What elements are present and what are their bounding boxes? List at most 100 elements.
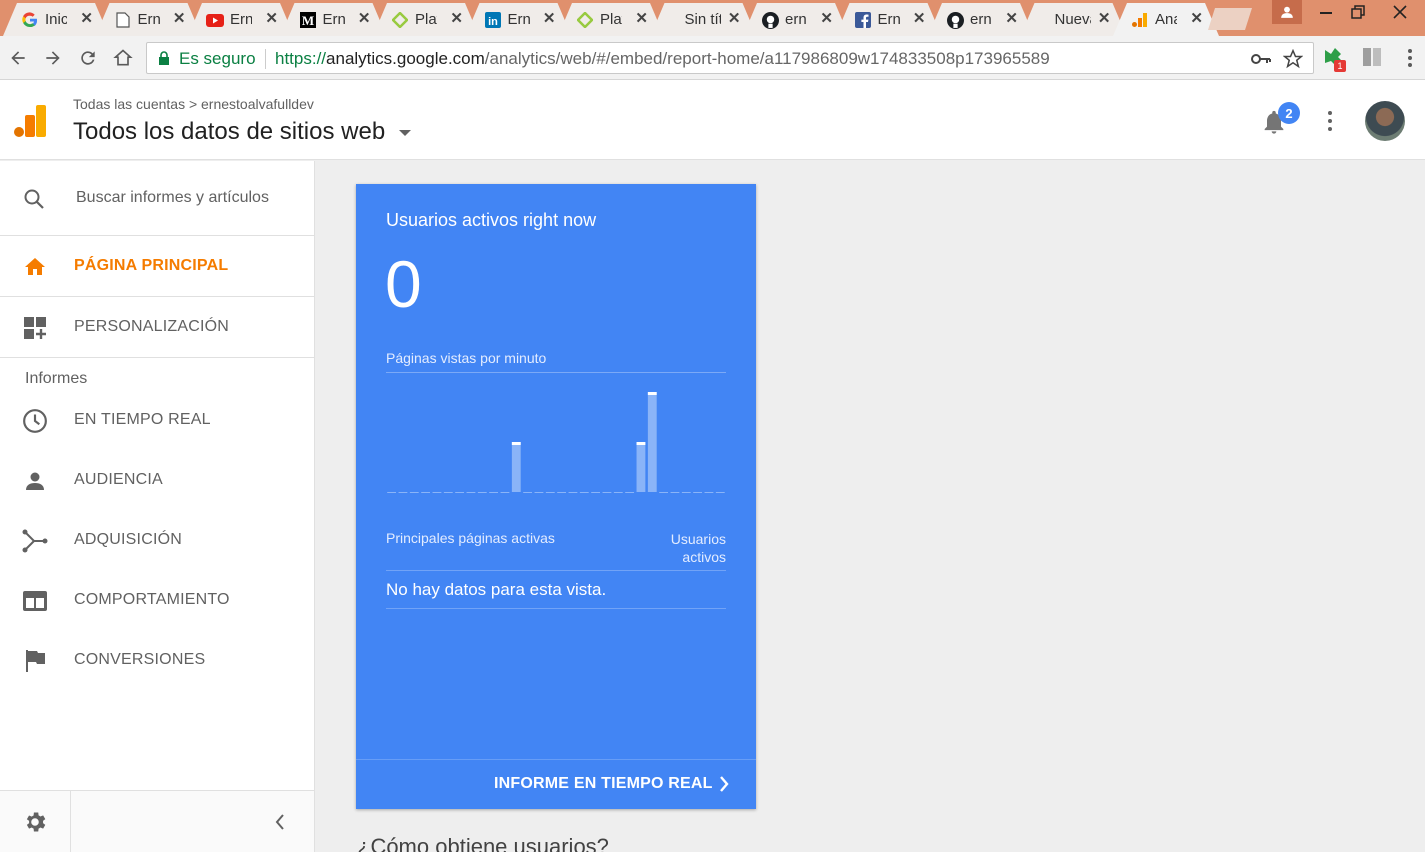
browser-toolbar: Es seguro https://analytics.google.com/a… xyxy=(0,36,1425,80)
tab-title: Platzi xyxy=(600,11,622,28)
sidebar-footer xyxy=(0,790,314,852)
close-tab-icon[interactable]: ✕ xyxy=(728,9,741,27)
tab-title: ernesto xyxy=(785,11,807,28)
back-button[interactable] xyxy=(6,46,30,70)
close-tab-icon[interactable]: ✕ xyxy=(1190,9,1203,27)
chart-bar-zero xyxy=(398,492,408,493)
extension-button[interactable]: 1 xyxy=(1322,46,1348,72)
url-text[interactable]: https://analytics.google.com/analytics/w… xyxy=(275,49,1050,69)
caret-down-icon xyxy=(398,129,411,136)
close-tab-icon[interactable]: ✕ xyxy=(820,9,833,27)
tab-title: Inicio xyxy=(45,11,67,28)
nav-audience-label: AUDIENCIA xyxy=(74,471,163,488)
tab-title: Ernesto xyxy=(322,11,345,28)
chart-bar-zero xyxy=(534,492,544,493)
forward-button[interactable] xyxy=(41,46,65,70)
browser-tab[interactable]: Nueva pestaña ✕ xyxy=(1021,3,1127,36)
key-icon[interactable] xyxy=(1251,52,1271,66)
nav-home-label: PÁGINA PRINCIPAL xyxy=(74,257,229,274)
close-tab-icon[interactable]: ✕ xyxy=(80,9,93,27)
analytics-icon xyxy=(1131,11,1149,29)
analytics-logo-icon[interactable] xyxy=(14,104,46,138)
person-icon xyxy=(22,468,48,494)
browser-tab[interactable]: Ernesto ✕ xyxy=(188,3,294,36)
platzi-icon xyxy=(576,11,594,29)
close-tab-icon[interactable]: ✕ xyxy=(265,9,278,27)
search-reports[interactable]: Buscar informes y artículos xyxy=(0,161,314,236)
address-bar[interactable]: Es seguro https://analytics.google.com/a… xyxy=(146,42,1314,74)
medium-icon: M xyxy=(299,11,317,29)
close-tab-icon[interactable]: ✕ xyxy=(1098,9,1111,27)
tab-title: Analytics xyxy=(1155,11,1177,28)
chart-bar xyxy=(636,442,646,492)
close-window-button[interactable] xyxy=(1380,0,1420,24)
chart-bar-zero xyxy=(500,492,510,493)
browser-tab[interactable]: Platzi ✕ xyxy=(558,3,664,36)
browser-tab[interactable]: ernesto ✕ xyxy=(928,3,1034,36)
close-tab-icon[interactable]: ✕ xyxy=(913,9,926,27)
close-tab-icon[interactable]: ✕ xyxy=(450,9,463,27)
tab-title: Platzi xyxy=(415,11,437,28)
chart-bar-zero xyxy=(387,492,397,493)
url-scheme: https:// xyxy=(275,49,327,68)
search-input[interactable]: Buscar informes y artículos xyxy=(76,189,269,207)
browser-tab[interactable]: M Ernesto ✕ xyxy=(281,3,387,36)
tab-title: Ernesto xyxy=(877,11,900,28)
chart-bar-cap xyxy=(511,442,521,445)
nav-audience[interactable]: AUDIENCIA xyxy=(0,450,314,510)
reload-button[interactable] xyxy=(76,46,100,70)
home-button[interactable] xyxy=(111,46,135,70)
app-menu-button[interactable] xyxy=(1320,110,1340,132)
nav-conversions[interactable]: CONVERSIONES xyxy=(0,630,314,690)
view-selector[interactable]: Todos los datos de sitios web xyxy=(73,118,412,146)
star-icon[interactable] xyxy=(1283,49,1303,69)
nav-realtime[interactable]: EN TIEMPO REAL xyxy=(0,390,314,450)
url-host: analytics.google.com xyxy=(326,49,485,68)
more-vertical-icon xyxy=(1328,111,1332,131)
close-tab-icon[interactable]: ✕ xyxy=(173,9,186,27)
admin-button[interactable] xyxy=(0,791,71,852)
browser-tab[interactable]: Platzi ✕ xyxy=(373,3,479,36)
realtime-report-link-label: INFORME EN TIEMPO REAL xyxy=(494,775,713,792)
breadcrumb[interactable]: Todas las cuentas > ernestoalvafulldev xyxy=(73,96,314,112)
chart-bar xyxy=(511,442,521,492)
facebook-icon xyxy=(854,11,872,29)
realtime-report-link[interactable]: INFORME EN TIEMPO REAL xyxy=(356,759,756,809)
chart-bar-zero xyxy=(489,492,499,493)
lock-icon xyxy=(159,51,169,65)
nav-acquisition[interactable]: ADQUISICIÓN xyxy=(0,510,314,570)
tab-title: Sin título xyxy=(684,11,721,28)
nav-customization[interactable]: PERSONALIZACIÓN xyxy=(0,297,314,358)
gear-icon xyxy=(26,812,46,832)
close-tab-icon[interactable]: ✕ xyxy=(358,9,371,27)
active-users-count: 0 xyxy=(385,247,422,321)
view-title: Todos los datos de sitios web xyxy=(73,118,386,145)
browser-profile-button[interactable] xyxy=(1272,0,1302,24)
browser-tab[interactable]: in Ernesto ✕ xyxy=(466,3,572,36)
browser-tab[interactable]: Sin título ✕ xyxy=(651,3,757,36)
pageviews-chart-title: Páginas vistas por minuto xyxy=(386,350,547,366)
new-tab-button[interactable] xyxy=(1208,8,1252,30)
avatar[interactable] xyxy=(1365,101,1405,141)
reader-extension-button[interactable] xyxy=(1362,47,1384,69)
browser-menu-button[interactable] xyxy=(1400,47,1420,69)
collapse-sidebar-button[interactable] xyxy=(268,810,292,834)
person-icon xyxy=(1281,6,1293,18)
search-icon xyxy=(24,189,44,209)
browser-tab[interactable]: Ernesto ✕ xyxy=(836,3,942,36)
close-tab-icon[interactable]: ✕ xyxy=(543,9,556,27)
nav-home[interactable]: PÁGINA PRINCIPAL xyxy=(0,236,314,297)
close-tab-icon[interactable]: ✕ xyxy=(1005,9,1018,27)
nav-behavior-label: COMPORTAMIENTO xyxy=(74,591,230,608)
browser-tab[interactable]: ernesto ✕ xyxy=(743,3,849,36)
nav-behavior[interactable]: COMPORTAMIENTO xyxy=(0,570,314,630)
browser-tab[interactable]: Inicio ✕ xyxy=(3,3,109,36)
omnibox-divider xyxy=(265,49,266,69)
browser-tab-strip: Inicio✕Ernesto✕Ernesto✕MErnesto✕Platzi✕i… xyxy=(0,0,1425,36)
browser-tab[interactable]: Analytics ✕ xyxy=(1113,3,1219,36)
nav-conversions-label: CONVERSIONES xyxy=(74,651,206,668)
browser-tab[interactable]: Ernesto ✕ xyxy=(96,3,202,36)
linkedin-icon: in xyxy=(484,11,502,29)
close-tab-icon[interactable]: ✕ xyxy=(635,9,648,27)
restore-button[interactable] xyxy=(1338,0,1378,24)
